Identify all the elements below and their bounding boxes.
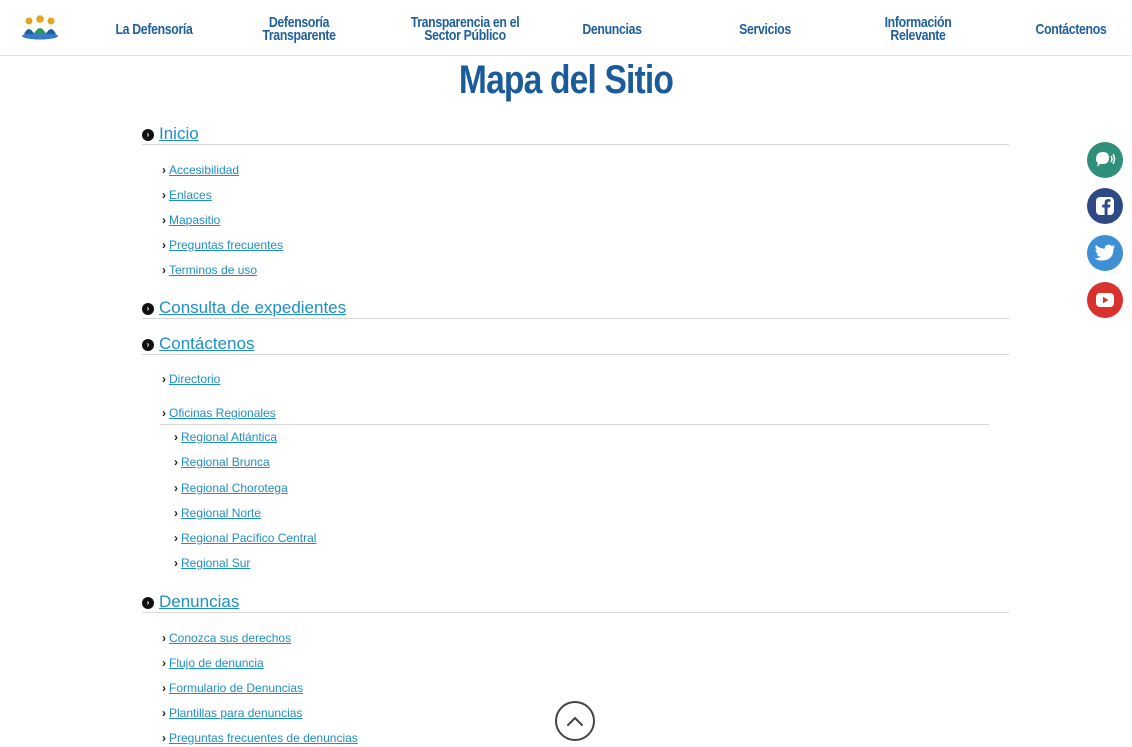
nav-defensoria-transparente[interactable]: Defensoría Transparente	[251, 12, 348, 46]
divider	[160, 424, 989, 425]
twitter-icon	[1094, 244, 1115, 261]
sitemap-link-enlaces[interactable]: Enlaces	[169, 188, 212, 202]
chevron-right-icon: ›	[174, 481, 178, 495]
nav-la-defensoria[interactable]: La Defensoría	[115, 12, 194, 46]
chevron-right-icon: ›	[162, 163, 166, 177]
sitemap-item: › Regional Pacífico Central	[174, 531, 316, 547]
sitemap-link-plantillas-denuncias[interactable]: Plantillas para denuncias	[169, 706, 302, 720]
sitemap-link-mapasitio[interactable]: Mapasitio	[169, 213, 220, 227]
sitemap-link-terminos-de-uso[interactable]: Terminos de uso	[169, 263, 257, 277]
facebook-icon	[1096, 197, 1114, 215]
chevron-right-icon: ›	[162, 706, 166, 720]
sitemap-item: › Plantillas para denuncias	[162, 706, 302, 722]
chevron-right-icon: ›	[162, 188, 166, 202]
sitemap-link-regional-brunca[interactable]: Regional Brunca	[181, 455, 270, 469]
sitemap-link-regional-atlantica[interactable]: Regional Atlántica	[181, 430, 277, 444]
bullet-icon: ›	[142, 339, 154, 351]
top-navbar: La Defensoría Defensoría Transparente Tr…	[0, 0, 1132, 56]
youtube-button[interactable]	[1087, 282, 1123, 318]
chevron-right-icon: ›	[162, 631, 166, 645]
nav-denuncias[interactable]: Denuncias	[574, 12, 649, 46]
accessibility-voice-icon	[1096, 152, 1116, 167]
chevron-right-icon: ›	[162, 406, 166, 420]
bullet-icon: ›	[142, 597, 154, 609]
sitemap-link-flujo-denuncia[interactable]: Flujo de denuncia	[169, 656, 264, 670]
nav-servicios[interactable]: Servicios	[730, 12, 801, 46]
accessibility-voice-button[interactable]	[1087, 142, 1123, 178]
bullet-icon: ›	[142, 303, 154, 315]
sitemap-item: › Regional Sur	[174, 556, 250, 572]
sitemap-link-formulario-denuncias[interactable]: Formulario de Denuncias	[169, 681, 303, 695]
facebook-button[interactable]	[1087, 188, 1123, 224]
sitemap-link-regional-pacifico-central[interactable]: Regional Pacífico Central	[181, 531, 316, 545]
chevron-right-icon: ›	[174, 531, 178, 545]
sitemap-item: › Regional Brunca	[174, 455, 270, 471]
chevron-right-icon: ›	[162, 238, 166, 252]
youtube-icon	[1096, 293, 1114, 307]
chevron-up-icon	[567, 716, 583, 726]
sitemap-link-denuncias[interactable]: Denuncias	[159, 592, 239, 612]
chevron-right-icon: ›	[162, 656, 166, 670]
sitemap-item: › Regional Norte	[174, 506, 261, 522]
sitemap-item: › Formulario de Denuncias	[162, 681, 303, 697]
chevron-right-icon: ›	[162, 372, 166, 386]
sitemap-item: › Enlaces	[162, 188, 212, 204]
chevron-right-icon: ›	[162, 681, 166, 695]
sitemap-item: › Preguntas frecuentes	[162, 238, 283, 254]
twitter-button[interactable]	[1087, 235, 1123, 271]
nav-informacion-relevante[interactable]: Información Relevante	[874, 12, 963, 46]
sitemap-item: › Regional Chorotega	[174, 481, 288, 497]
sitemap-item: › Flujo de denuncia	[162, 656, 264, 672]
sitemap-link-preguntas-frecuentes-denuncias[interactable]: Preguntas frecuentes de denuncias	[169, 731, 358, 745]
chevron-right-icon: ›	[174, 455, 178, 469]
sitemap-link-directorio[interactable]: Directorio	[169, 372, 220, 386]
chevron-right-icon: ›	[162, 731, 166, 745]
sitemap-section-denuncias: › Denuncias	[142, 592, 1009, 613]
sitemap-link-oficinas-regionales[interactable]: Oficinas Regionales	[169, 406, 276, 420]
sitemap-link-accesibilidad[interactable]: Accesibilidad	[169, 163, 239, 177]
sitemap-link-consulta-expedientes[interactable]: Consulta de expedientes	[159, 298, 346, 318]
defensoria-logo[interactable]	[20, 14, 60, 40]
sitemap-item: › Oficinas Regionales	[162, 406, 276, 422]
sitemap-item: › Conozca sus derechos	[162, 631, 291, 647]
scroll-to-top-button[interactable]	[555, 701, 595, 741]
sitemap-link-regional-norte[interactable]: Regional Norte	[181, 506, 261, 520]
page-title: Mapa del Sitio	[458, 58, 674, 102]
sitemap-item: › Mapasitio	[162, 213, 220, 229]
sitemap-section-consulta: › Consulta de expedientes	[142, 298, 1009, 319]
bullet-icon: ›	[142, 129, 154, 141]
sitemap-link-regional-chorotega[interactable]: Regional Chorotega	[181, 481, 288, 495]
sitemap-section-contactenos: › Contáctenos	[142, 334, 1009, 355]
sitemap-item: › Accesibilidad	[162, 163, 239, 179]
chevron-right-icon: ›	[174, 506, 178, 520]
chevron-right-icon: ›	[174, 556, 178, 570]
sitemap-item: › Preguntas frecuentes de denuncias	[162, 731, 358, 747]
sitemap-item: › Directorio	[162, 372, 220, 388]
nav-transparencia-sector-publico[interactable]: Transparencia en el Sector Público	[404, 12, 527, 46]
chevron-right-icon: ›	[174, 430, 178, 444]
sitemap-link-conozca-derechos[interactable]: Conozca sus derechos	[169, 631, 291, 645]
sitemap-section-inicio: › Inicio	[142, 124, 1009, 145]
sitemap-link-contactenos[interactable]: Contáctenos	[159, 334, 254, 354]
sitemap-link-preguntas-frecuentes[interactable]: Preguntas frecuentes	[169, 238, 283, 252]
chevron-right-icon: ›	[162, 213, 166, 227]
sitemap-link-inicio[interactable]: Inicio	[159, 124, 199, 144]
nav-contactenos[interactable]: Contáctenos	[1029, 12, 1113, 46]
chevron-right-icon: ›	[162, 263, 166, 277]
sitemap-item: › Regional Atlántica	[174, 430, 277, 446]
logo-icon	[22, 15, 58, 40]
sitemap-link-regional-sur[interactable]: Regional Sur	[181, 556, 250, 570]
sitemap-item: › Terminos de uso	[162, 263, 257, 279]
